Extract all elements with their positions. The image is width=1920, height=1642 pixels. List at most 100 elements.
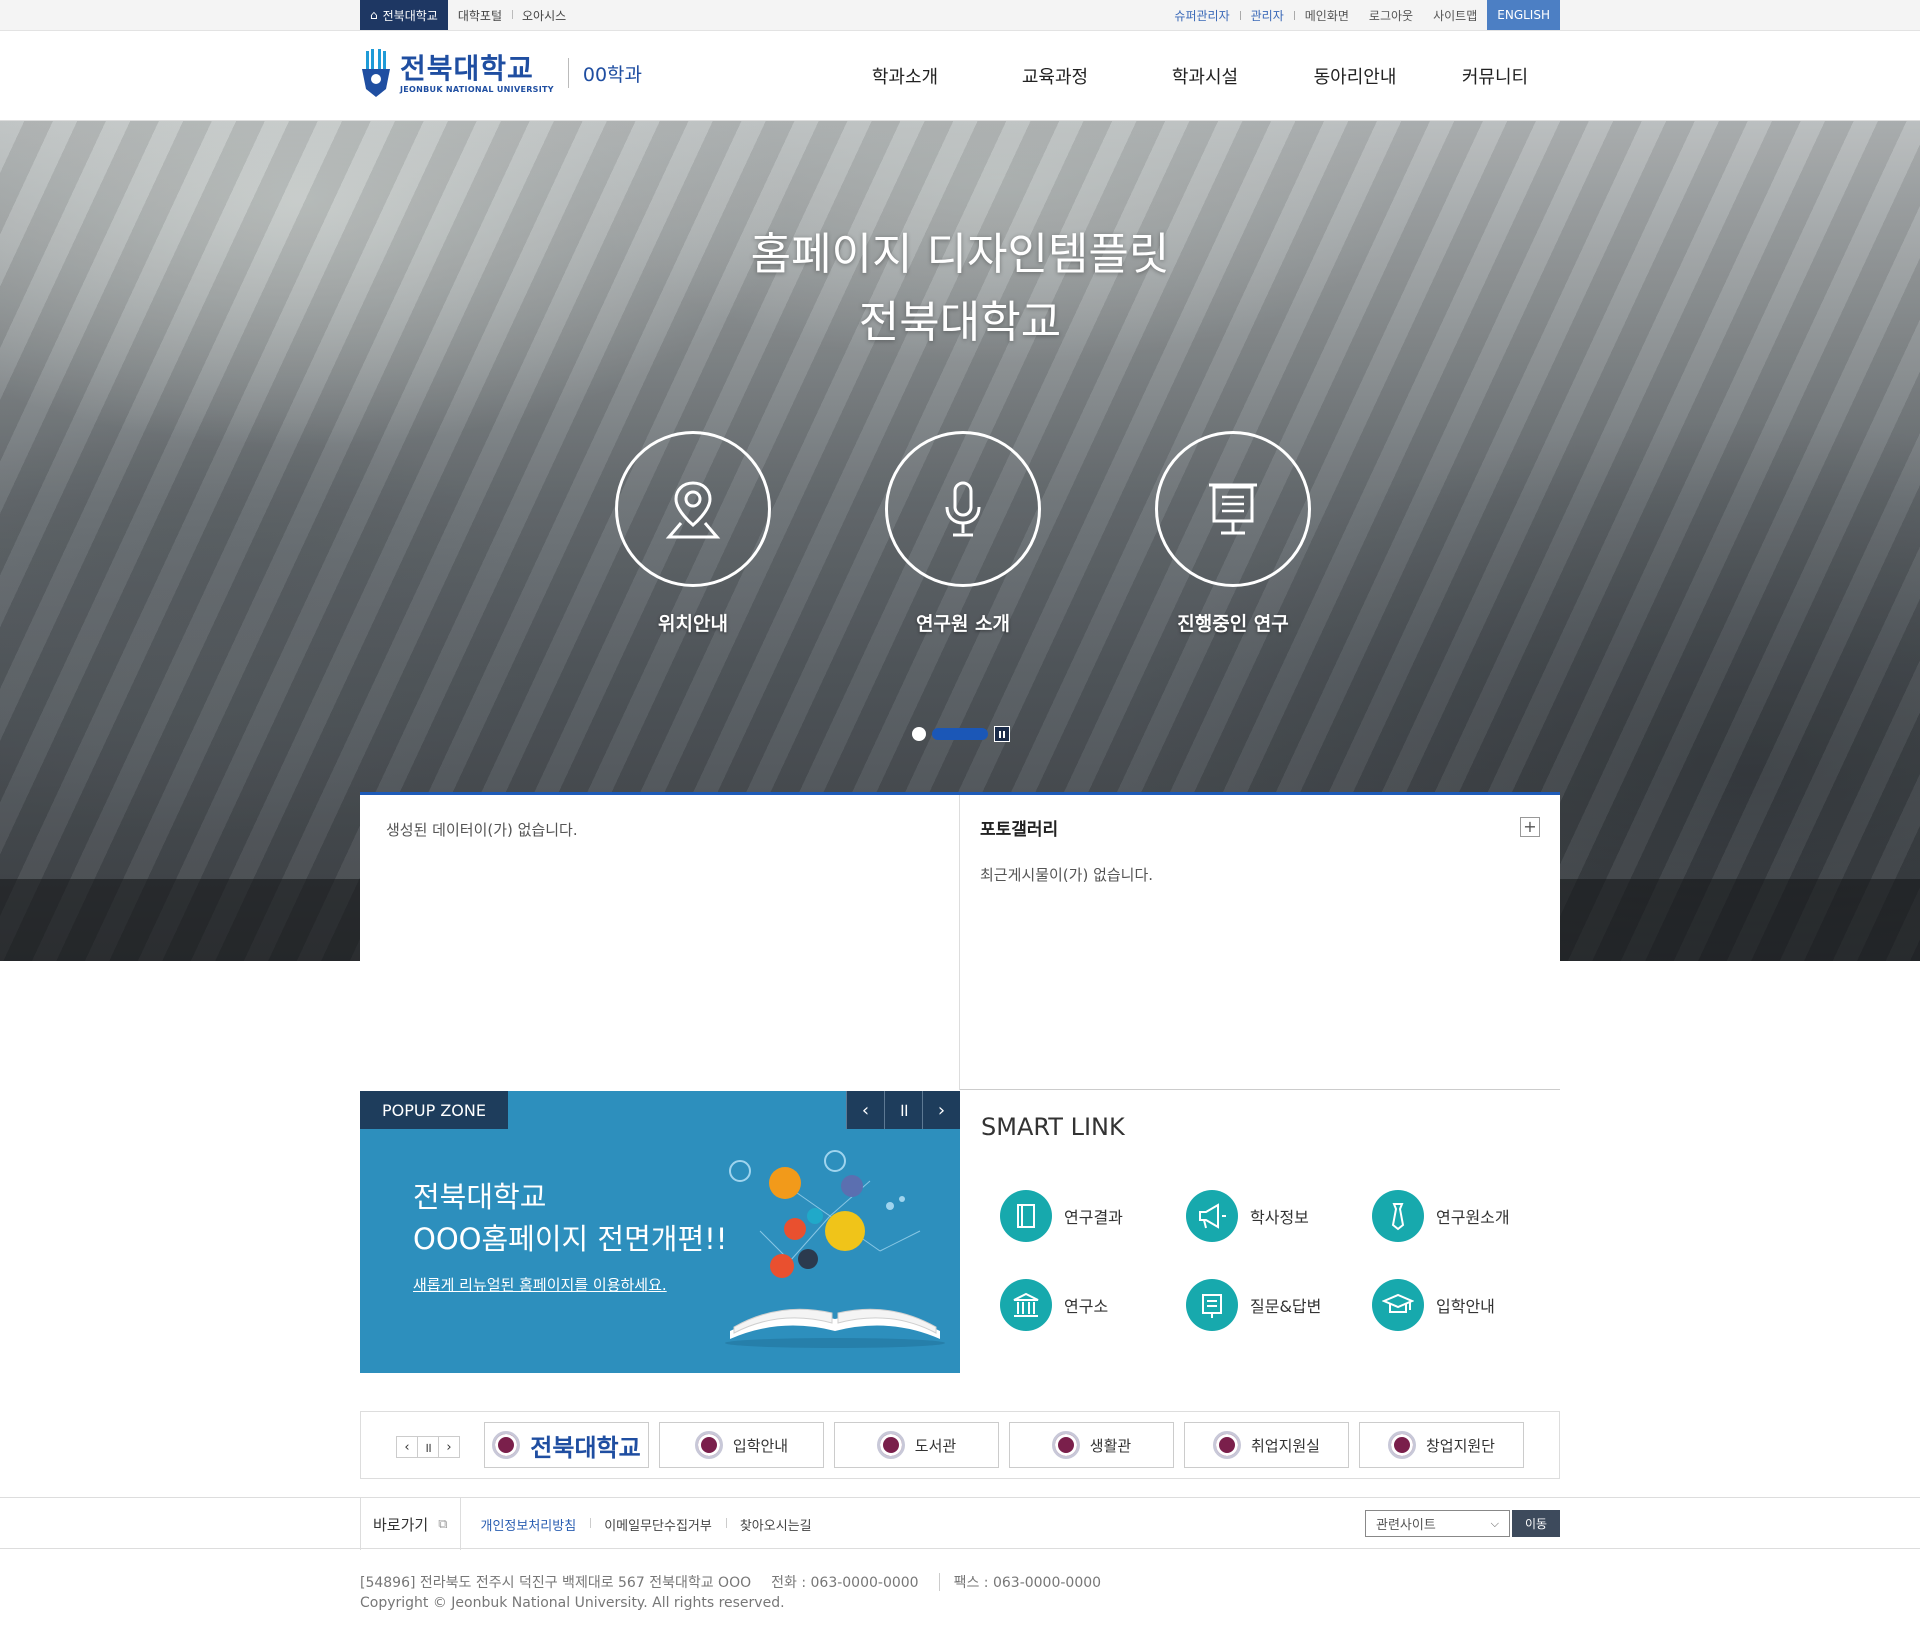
- shortcut-label: 바로가기: [373, 1515, 429, 1534]
- hero-title-line2: 전북대학교: [858, 297, 1062, 348]
- popup-headline-line2: OOO홈페이지 전면개편!!: [413, 1222, 728, 1256]
- english-button[interactable]: ENGLISH: [1487, 0, 1560, 30]
- banner-label: 전북대학교: [530, 1433, 641, 1462]
- content-boxes: 생성된 데이터이(가) 없습니다. 포토갤러리 + 최근게시물이(가) 없습니다…: [360, 792, 1560, 1090]
- more-plus-icon[interactable]: +: [1520, 817, 1540, 837]
- smart-link-researchers[interactable]: 연구원소개: [1372, 1190, 1510, 1242]
- banner-main-university[interactable]: 전북대학교: [484, 1422, 649, 1468]
- banner-prev-button[interactable]: ‹: [396, 1436, 418, 1458]
- logout-link[interactable]: 로그아웃: [1359, 7, 1423, 24]
- smart-link: SMART LINK 연구결과 학사정보 연구원소개 연구소 질문&답변 입학안: [960, 1091, 1560, 1373]
- popup-headline-line1: 전북대학교: [413, 1180, 547, 1214]
- department-name[interactable]: 00학과: [583, 60, 642, 87]
- directions-link[interactable]: 찾아오시는길: [725, 1515, 826, 1534]
- shortcut-button[interactable]: 바로가기 ⧉: [360, 1498, 461, 1550]
- sitemap-link[interactable]: 사이트맵: [1423, 7, 1487, 24]
- popup-controls: ‹ ॥ ›: [846, 1091, 960, 1129]
- banner-dormitory[interactable]: 생활관: [1009, 1422, 1174, 1468]
- email-refusal-link[interactable]: 이메일무단수집거부: [590, 1515, 726, 1534]
- photo-gallery-title: 포토갤러리: [980, 820, 1059, 840]
- copy-icon: ⧉: [438, 1516, 448, 1532]
- popup-pause-button[interactable]: ॥: [884, 1091, 922, 1129]
- hero-slider-pager: [912, 726, 1010, 742]
- utility-bar: ⌂ 전북대학교 대학포털 오아시스 슈퍼관리자 관리자 메인화면 로그아웃 사이…: [0, 0, 1920, 31]
- banner-startup-center[interactable]: 창업지원단: [1359, 1422, 1524, 1468]
- main-navigation: 학과소개 교육과정 학과시설 동아리안내 커뮤니티: [830, 31, 1560, 121]
- book-icon: [1000, 1190, 1052, 1242]
- smart-link-label: 질문&답변: [1250, 1297, 1322, 1316]
- tie-icon: [1372, 1190, 1424, 1242]
- nav-item-clubs[interactable]: 동아리안내: [1280, 63, 1430, 89]
- popup-headline[interactable]: 전북대학교 OOO홈페이지 전면개편!!: [413, 1176, 727, 1260]
- smart-link-title: SMART LINK: [981, 1113, 1125, 1141]
- popup-zone: POPUP ZONE ‹ ॥ › 전북대학교 OOO홈페이지 전면개편!! 새롭…: [360, 1091, 960, 1373]
- slider-pause-button[interactable]: [994, 726, 1010, 742]
- smart-link-institute[interactable]: 연구소: [1000, 1279, 1108, 1331]
- quick-link-circle: [1155, 431, 1311, 587]
- photo-gallery-box: 포토갤러리 + 최근게시물이(가) 없습니다.: [960, 795, 1560, 1090]
- hero-title-line1: 홈페이지 디자인템플릿: [750, 229, 1170, 280]
- banner-label: 입학안내: [732, 1436, 789, 1455]
- smart-link-label: 연구소: [1064, 1297, 1109, 1316]
- university-logo[interactable]: 전북대학교 JEONBUK NATIONAL UNIVERSITY 00학과: [360, 47, 642, 99]
- location-pin-icon: [665, 481, 721, 539]
- related-sites-select[interactable]: 관련사이트 ⌵: [1365, 1510, 1510, 1537]
- super-admin-link[interactable]: 슈퍼관리자: [1164, 7, 1239, 24]
- home-tab-label: 전북대학교: [382, 8, 438, 23]
- go-button[interactable]: 이동: [1512, 1510, 1560, 1537]
- oasis-link[interactable]: 오아시스: [512, 7, 576, 24]
- university-seal-icon: [694, 1431, 723, 1459]
- quick-link-ongoing-research[interactable]: 진행중인 연구: [1153, 431, 1313, 636]
- banner-next-button[interactable]: ›: [438, 1436, 460, 1458]
- divider: [960, 1089, 1560, 1090]
- notice-empty-message: 생성된 데이터이(가) 없습니다.: [386, 821, 578, 839]
- smart-link-academic-info[interactable]: 학사정보: [1186, 1190, 1309, 1242]
- quick-link-label: 진행중인 연구: [1177, 613, 1289, 635]
- banner-library[interactable]: 도서관: [834, 1422, 999, 1468]
- home-tab[interactable]: ⌂ 전북대학교: [360, 0, 448, 30]
- university-seal-icon: [1387, 1431, 1416, 1459]
- smart-link-label: 입학안내: [1436, 1297, 1495, 1316]
- building-icon: [1000, 1279, 1052, 1331]
- admin-link[interactable]: 관리자: [1241, 7, 1294, 24]
- quick-link-researchers[interactable]: 연구원 소개: [883, 431, 1043, 636]
- university-emblem-icon: [362, 49, 390, 97]
- nav-item-curriculum[interactable]: 교육과정: [980, 63, 1130, 89]
- smart-link-label: 연구결과: [1064, 1208, 1123, 1227]
- banner-career-center[interactable]: 취업지원실: [1184, 1422, 1349, 1468]
- related-sites-value: 관련사이트: [1376, 1518, 1436, 1533]
- nav-item-about[interactable]: 학과소개: [830, 63, 980, 89]
- privacy-policy-link[interactable]: 개인정보처리방침: [467, 1515, 591, 1534]
- popup-sub-link[interactable]: 새롭게 리뉴얼된 홈페이지를 이용하세요.: [413, 1274, 667, 1295]
- slide-dot-active[interactable]: [932, 728, 988, 740]
- banner-label: 생활관: [1089, 1436, 1132, 1455]
- banner-pause-button[interactable]: ॥: [417, 1436, 439, 1458]
- quick-link-label: 연구원 소개: [915, 613, 1010, 635]
- footer-fax: 팩스 : 063-0000-0000: [953, 1575, 1102, 1591]
- site-header: 전북대학교 JEONBUK NATIONAL UNIVERSITY 00학과 학…: [0, 31, 1920, 121]
- nav-item-facilities[interactable]: 학과시설: [1130, 63, 1280, 89]
- logo-korean: 전북대학교: [400, 51, 534, 85]
- megaphone-icon: [1186, 1190, 1238, 1242]
- banner-label: 도서관: [914, 1436, 957, 1455]
- nav-item-community[interactable]: 커뮤니티: [1430, 63, 1560, 89]
- smart-link-label: 연구원소개: [1436, 1208, 1510, 1227]
- slide-dot[interactable]: [912, 727, 926, 741]
- smart-link-qna[interactable]: 질문&답변: [1186, 1279, 1321, 1331]
- smart-link-label: 학사정보: [1250, 1208, 1309, 1227]
- university-seal-icon: [492, 1431, 521, 1459]
- banner-label: 취업지원실: [1250, 1436, 1320, 1455]
- smart-link-admissions[interactable]: 입학안내: [1372, 1279, 1495, 1331]
- smart-link-research-results[interactable]: 연구결과: [1000, 1190, 1123, 1242]
- popup-next-button[interactable]: ›: [922, 1091, 960, 1129]
- portal-link[interactable]: 대학포털: [448, 7, 512, 24]
- banner-admissions[interactable]: 입학안내: [659, 1422, 824, 1468]
- quick-link-location[interactable]: 위치안내: [613, 431, 773, 636]
- hero-title: 홈페이지 디자인템플릿 전북대학교: [0, 221, 1920, 357]
- popup-zone-tag: POPUP ZONE: [360, 1091, 508, 1129]
- popup-prev-button[interactable]: ‹: [846, 1091, 884, 1129]
- university-seal-icon: [876, 1431, 905, 1459]
- board-icon: [1186, 1279, 1238, 1331]
- main-page-link[interactable]: 메인화면: [1295, 7, 1359, 24]
- footer-address: [54896] 전라북도 전주시 덕진구 백제대로 567 전북대학교 OOO: [360, 1575, 752, 1591]
